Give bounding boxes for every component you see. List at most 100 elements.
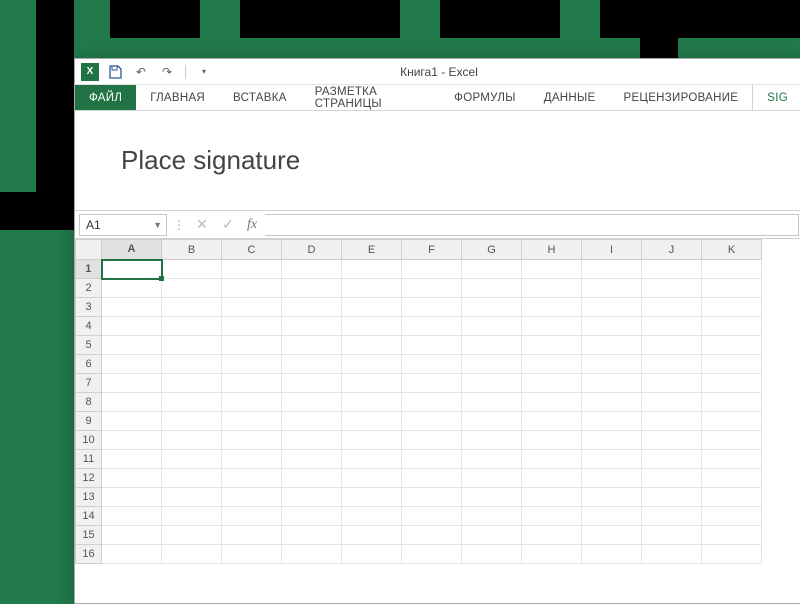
cell-J12[interactable] [642, 469, 702, 488]
cell-K12[interactable] [702, 469, 762, 488]
cell-E16[interactable] [342, 545, 402, 564]
cell-A10[interactable] [102, 431, 162, 450]
select-all-corner[interactable] [76, 240, 102, 260]
cell-K8[interactable] [702, 393, 762, 412]
cell-F16[interactable] [402, 545, 462, 564]
cell-G11[interactable] [462, 450, 522, 469]
cell-G12[interactable] [462, 469, 522, 488]
row-header-2[interactable]: 2 [76, 279, 102, 298]
cell-G10[interactable] [462, 431, 522, 450]
cell-B13[interactable] [162, 488, 222, 507]
cell-I10[interactable] [582, 431, 642, 450]
row-header-13[interactable]: 13 [76, 488, 102, 507]
cell-I16[interactable] [582, 545, 642, 564]
cell-A3[interactable] [102, 298, 162, 317]
cell-E14[interactable] [342, 507, 402, 526]
cell-G1[interactable] [462, 260, 522, 279]
cell-H16[interactable] [522, 545, 582, 564]
row-header-4[interactable]: 4 [76, 317, 102, 336]
cell-J9[interactable] [642, 412, 702, 431]
row-header-15[interactable]: 15 [76, 526, 102, 545]
cell-H5[interactable] [522, 336, 582, 355]
tab-data[interactable]: ДАННЫЕ [530, 85, 610, 110]
row-header-1[interactable]: 1 [76, 260, 102, 279]
cell-C7[interactable] [222, 374, 282, 393]
cell-H9[interactable] [522, 412, 582, 431]
cell-B2[interactable] [162, 279, 222, 298]
cell-B16[interactable] [162, 545, 222, 564]
cell-J8[interactable] [642, 393, 702, 412]
cell-H12[interactable] [522, 469, 582, 488]
cell-D11[interactable] [282, 450, 342, 469]
row-header-6[interactable]: 6 [76, 355, 102, 374]
column-header-A[interactable]: A [102, 240, 162, 260]
cell-I2[interactable] [582, 279, 642, 298]
cell-D14[interactable] [282, 507, 342, 526]
cell-F15[interactable] [402, 526, 462, 545]
cell-A12[interactable] [102, 469, 162, 488]
cell-C2[interactable] [222, 279, 282, 298]
cell-D7[interactable] [282, 374, 342, 393]
cell-I13[interactable] [582, 488, 642, 507]
cell-D10[interactable] [282, 431, 342, 450]
cell-I8[interactable] [582, 393, 642, 412]
cell-K16[interactable] [702, 545, 762, 564]
cell-B11[interactable] [162, 450, 222, 469]
cell-H3[interactable] [522, 298, 582, 317]
cell-A16[interactable] [102, 545, 162, 564]
cell-B15[interactable] [162, 526, 222, 545]
cell-D4[interactable] [282, 317, 342, 336]
spreadsheet-grid[interactable]: ABCDEFGHIJK12345678910111213141516 [75, 239, 800, 603]
cell-E13[interactable] [342, 488, 402, 507]
cell-K1[interactable] [702, 260, 762, 279]
cell-E7[interactable] [342, 374, 402, 393]
cell-I5[interactable] [582, 336, 642, 355]
column-header-I[interactable]: I [582, 240, 642, 260]
cell-B1[interactable] [162, 260, 222, 279]
cell-E5[interactable] [342, 336, 402, 355]
cell-J11[interactable] [642, 450, 702, 469]
cell-G6[interactable] [462, 355, 522, 374]
cell-A4[interactable] [102, 317, 162, 336]
formula-input[interactable] [265, 214, 799, 236]
tab-insert[interactable]: ВСТАВКА [219, 85, 301, 110]
cell-G9[interactable] [462, 412, 522, 431]
cell-K13[interactable] [702, 488, 762, 507]
cell-C11[interactable] [222, 450, 282, 469]
column-header-C[interactable]: C [222, 240, 282, 260]
tab-sig-addin[interactable]: SIG [752, 85, 800, 110]
cell-C9[interactable] [222, 412, 282, 431]
cell-C6[interactable] [222, 355, 282, 374]
cell-H11[interactable] [522, 450, 582, 469]
cell-F6[interactable] [402, 355, 462, 374]
cell-G15[interactable] [462, 526, 522, 545]
cell-J14[interactable] [642, 507, 702, 526]
cell-K15[interactable] [702, 526, 762, 545]
row-header-12[interactable]: 12 [76, 469, 102, 488]
cell-G5[interactable] [462, 336, 522, 355]
cell-J6[interactable] [642, 355, 702, 374]
cell-A5[interactable] [102, 336, 162, 355]
cell-C13[interactable] [222, 488, 282, 507]
cell-B3[interactable] [162, 298, 222, 317]
cell-D3[interactable] [282, 298, 342, 317]
cell-I12[interactable] [582, 469, 642, 488]
cell-G3[interactable] [462, 298, 522, 317]
save-button[interactable] [105, 62, 125, 82]
row-header-14[interactable]: 14 [76, 507, 102, 526]
cell-B10[interactable] [162, 431, 222, 450]
cell-C4[interactable] [222, 317, 282, 336]
cell-I9[interactable] [582, 412, 642, 431]
cell-E15[interactable] [342, 526, 402, 545]
cell-C16[interactable] [222, 545, 282, 564]
cell-H15[interactable] [522, 526, 582, 545]
cell-E8[interactable] [342, 393, 402, 412]
cell-F8[interactable] [402, 393, 462, 412]
row-header-9[interactable]: 9 [76, 412, 102, 431]
cell-F5[interactable] [402, 336, 462, 355]
cell-K10[interactable] [702, 431, 762, 450]
cell-F2[interactable] [402, 279, 462, 298]
cell-H4[interactable] [522, 317, 582, 336]
cell-J3[interactable] [642, 298, 702, 317]
cell-D8[interactable] [282, 393, 342, 412]
